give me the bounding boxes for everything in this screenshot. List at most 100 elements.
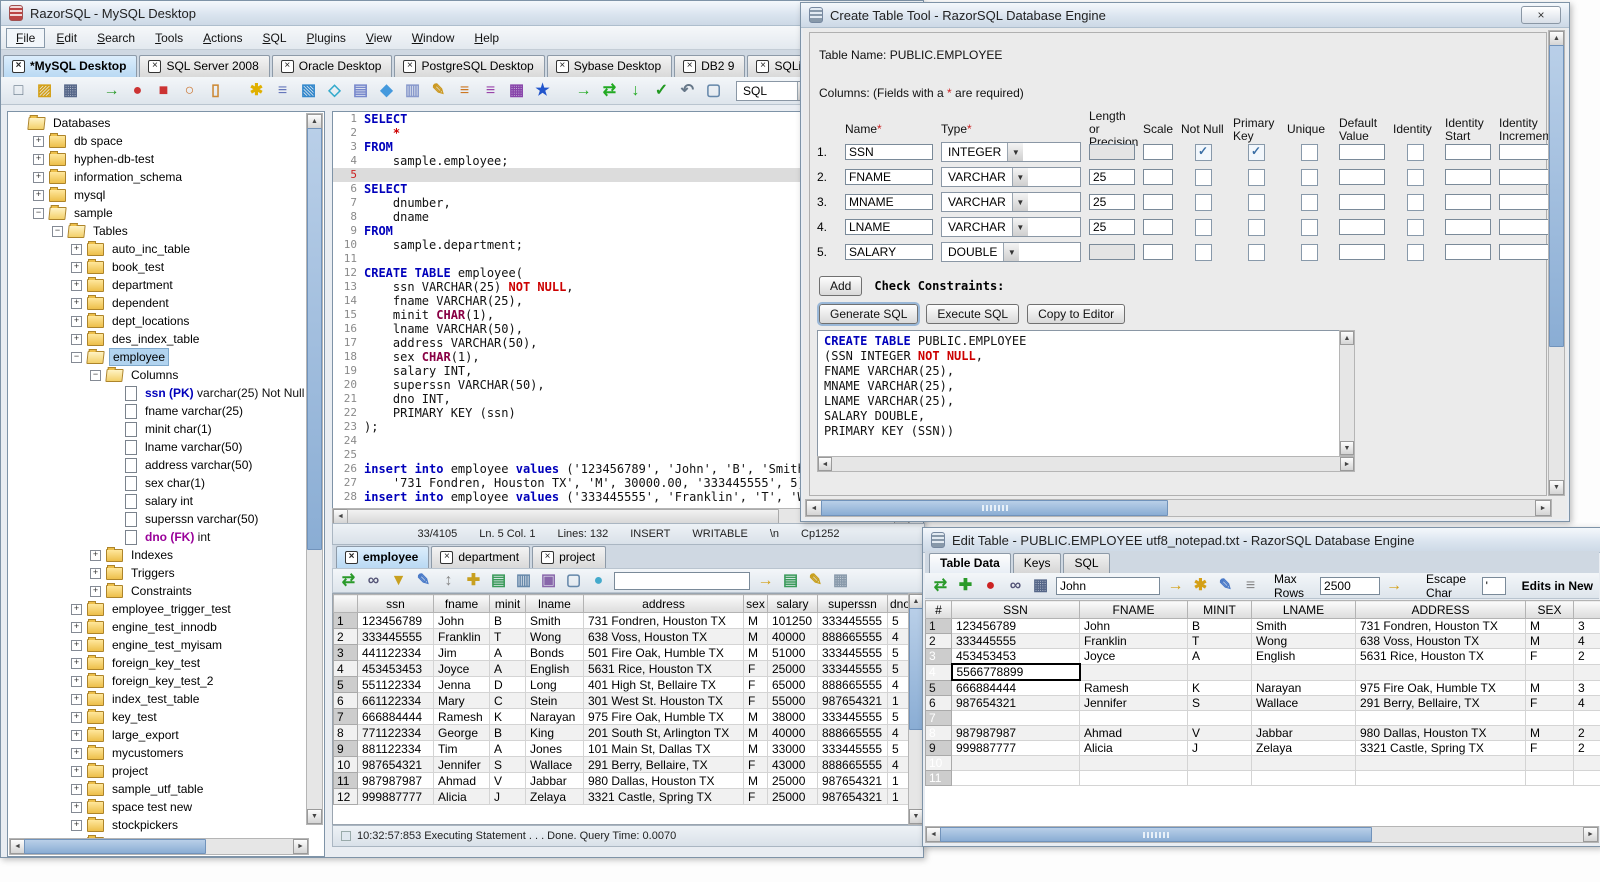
grid-cell[interactable]	[1079, 710, 1188, 726]
identity-checkbox[interactable]	[1406, 168, 1424, 186]
expand-icon[interactable]: +	[71, 819, 82, 831]
column-header-superssn[interactable]: superssn	[817, 594, 888, 613]
row-number[interactable]: 7	[925, 710, 952, 726]
table-row[interactable]: 11 987987987 Ahmad V Jabbar 980 Dallas, Houst…	[333, 772, 909, 789]
grid-cell[interactable]: 731 Fondren, Houston TX	[583, 612, 744, 629]
grid-cell[interactable]: Long	[525, 676, 584, 693]
tree-item[interactable]: + Indexes	[8, 546, 306, 564]
expand-icon[interactable]: +	[71, 297, 82, 309]
grid-cell[interactable]: 3	[1573, 679, 1600, 696]
grid-cell[interactable]: 51000	[767, 644, 818, 661]
browse-data-icon[interactable]: ▧	[299, 82, 318, 100]
expand-icon[interactable]: +	[90, 549, 101, 561]
grid-cell[interactable]: M	[743, 708, 768, 725]
grid-cell[interactable]: Zelaya	[1251, 740, 1356, 756]
schema-browser-icon[interactable]: ◇	[325, 82, 344, 100]
primary-key-checkbox[interactable]: ✓	[1247, 143, 1265, 161]
grid-cell[interactable]: M	[743, 724, 768, 741]
row-number[interactable]: 3	[333, 644, 358, 661]
scroll-down-icon[interactable]: ▼	[909, 809, 923, 824]
compare-icon[interactable]: ◆	[377, 82, 396, 100]
add-row-icon[interactable]: ✚	[956, 577, 975, 595]
table-row[interactable]: 10	[925, 755, 1600, 771]
tree-horizontal-scrollbar[interactable]: ◄ ►	[9, 838, 309, 855]
tree-item[interactable]: + hyphen-db-test	[8, 150, 306, 168]
menu-window[interactable]: Window	[403, 29, 464, 47]
escape-char-input[interactable]	[1481, 576, 1506, 595]
grid-cell[interactable]: 291 Berry, Bellaire, TX	[1355, 695, 1526, 711]
grid-cell[interactable]: Tim	[433, 740, 490, 757]
connection-tab-db2-9[interactable]: × DB2 9	[674, 55, 746, 77]
column-name-input[interactable]	[845, 169, 933, 185]
copy-doc-icon[interactable]: ▢	[704, 82, 723, 100]
grid-cell[interactable]	[1573, 710, 1600, 726]
refresh-icon[interactable]: ⇄	[339, 572, 358, 590]
row-number[interactable]: 4	[333, 660, 358, 677]
grid-cell[interactable]: 5	[887, 740, 909, 757]
grid-cell[interactable]: 4	[1573, 695, 1600, 711]
length-input[interactable]	[1089, 144, 1135, 160]
tree-item[interactable]: + employee_trigger_test	[8, 600, 306, 618]
grid-cell[interactable]: V	[1187, 725, 1252, 741]
tab-sql[interactable]: SQL	[1063, 553, 1110, 573]
sql-preview-horizontal-scrollbar[interactable]: ◄ ►	[817, 456, 1355, 472]
database-icon[interactable]: ▯	[206, 82, 225, 100]
primary-key-checkbox[interactable]	[1247, 218, 1265, 236]
edit-connection-icon[interactable]: ○	[180, 82, 199, 100]
grid-cell[interactable]: 888665555	[817, 676, 888, 693]
grid-cell[interactable]: Jim	[433, 644, 490, 661]
grid-cell[interactable]: 888665555	[817, 628, 888, 645]
tree-item[interactable]: + dependent	[8, 294, 306, 312]
grid-cell[interactable]: 65000	[767, 676, 818, 693]
grid-cell[interactable]: 25000	[767, 772, 818, 789]
grid-cell[interactable]: 1	[887, 788, 909, 805]
grid-cell[interactable]	[1187, 770, 1252, 786]
results-tab-project[interactable]: × project	[532, 546, 607, 568]
table-row[interactable]: 4 453453453 Joyce A English 5631 Rice, Housto…	[333, 660, 909, 677]
expand-icon[interactable]: +	[71, 711, 82, 723]
add-button[interactable]: Add	[819, 276, 863, 296]
scale-input[interactable]	[1143, 244, 1173, 260]
generate-sql-button[interactable]: Generate SQL	[816, 302, 921, 326]
menu-file[interactable]: File	[6, 27, 46, 48]
grid-cell[interactable]: Wong	[1251, 633, 1356, 649]
menu-plugins[interactable]: Plugins	[298, 29, 355, 47]
grid-cell[interactable]: A	[489, 740, 526, 757]
identity-increment-input[interactable]	[1499, 194, 1551, 210]
length-input[interactable]	[1089, 244, 1135, 260]
tab-close-icon[interactable]: ×	[345, 550, 358, 564]
table-row[interactable]: 2 333445555 Franklin T Wong 638 Voss, Houston…	[333, 628, 909, 645]
sql-preview[interactable]: CREATE TABLE PUBLIC.EMPLOYEE (SSN INTEGER…	[817, 330, 1351, 460]
grid-cell[interactable]: 666884444	[357, 708, 434, 725]
grid-cell[interactable]: Jennifer	[1079, 695, 1188, 711]
grid-cell[interactable]: 987654321	[817, 692, 888, 709]
grid-cell[interactable]	[1251, 710, 1356, 726]
row-number[interactable]: 6	[925, 695, 952, 711]
not-null-checkbox[interactable]	[1194, 243, 1212, 261]
not-null-checkbox[interactable]: ✓	[1194, 143, 1212, 161]
grid-cell[interactable]	[951, 770, 1080, 786]
scrollbar-thumb[interactable]	[909, 608, 923, 730]
grid-cell[interactable]: Jennifer	[433, 756, 490, 773]
grid-cell[interactable]: 40000	[767, 724, 818, 741]
expand-icon[interactable]: +	[71, 675, 82, 687]
identity-checkbox[interactable]	[1406, 243, 1424, 261]
tree-item[interactable]: + mysql	[8, 186, 306, 204]
scroll-down-icon[interactable]: ▼	[1340, 441, 1354, 455]
expand-icon[interactable]: +	[71, 729, 82, 741]
column-header-lname[interactable]: lname	[525, 594, 584, 613]
grid-cell[interactable]: John	[1079, 618, 1188, 634]
grid-cell[interactable]: D	[489, 676, 526, 693]
grid-cell[interactable]: 123456789	[357, 612, 434, 629]
collapse-icon[interactable]: −	[71, 351, 82, 363]
length-input[interactable]	[1089, 219, 1135, 235]
tree-item[interactable]: + mycustomers	[8, 744, 306, 762]
row-number[interactable]: 5	[925, 679, 952, 696]
filter-icon[interactable]: ≡	[1241, 577, 1260, 595]
grid-cell[interactable]: 999887777	[357, 788, 434, 805]
primary-key-checkbox[interactable]	[1247, 168, 1265, 186]
tab-close-icon[interactable]: ×	[403, 59, 417, 73]
grid-cell[interactable]: 551122334	[357, 676, 434, 693]
expand-icon[interactable]: +	[71, 621, 82, 633]
grid-cell[interactable]: A	[489, 644, 526, 661]
